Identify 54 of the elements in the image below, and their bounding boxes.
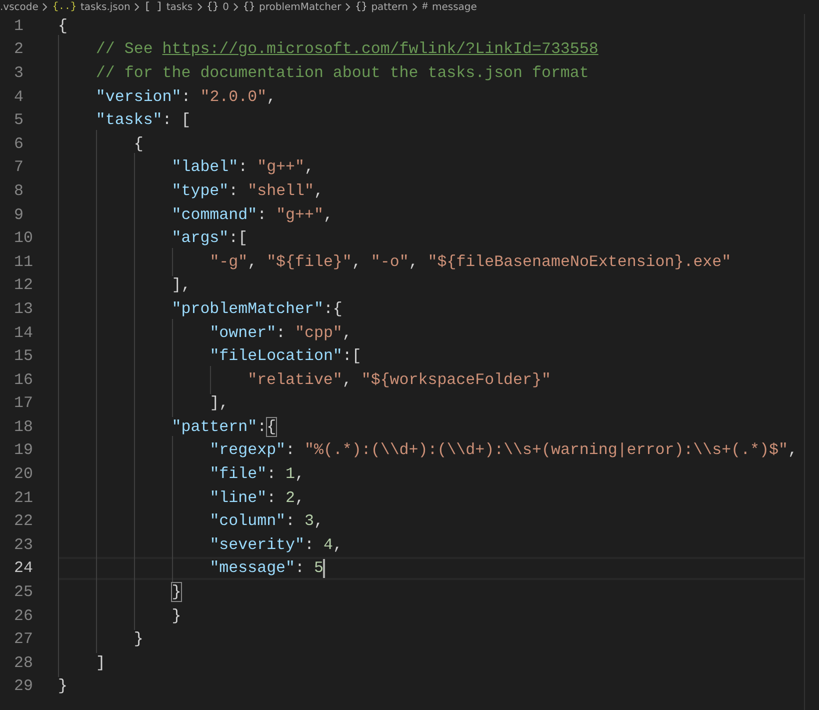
code-line: }: [58, 676, 68, 696]
breadcrumb-item[interactable]: tasks.json: [80, 2, 130, 12]
line-number: 3: [13, 64, 24, 82]
line-number: 26: [13, 606, 34, 625]
breadcrumb-icon: {}: [243, 2, 256, 12]
code-line: }: [58, 582, 182, 602]
breadcrumb-item[interactable]: 0: [222, 2, 230, 12]
chevron-icon: [196, 3, 203, 11]
breadcrumb-item[interactable]: problemMatcher: [259, 2, 342, 12]
line-number: 10: [13, 229, 34, 248]
line-number: 24: [13, 559, 34, 578]
line-number: 12: [13, 276, 34, 294]
breadcrumb-icon: {}: [206, 2, 219, 12]
line-number: 28: [13, 654, 34, 672]
breadcrumb-item[interactable]: .vscode: [0, 2, 38, 12]
line-number: 2: [13, 40, 24, 58]
breadcrumb-icon: {..}: [52, 2, 76, 12]
line-number: 22: [13, 512, 34, 530]
breadcrumb-item[interactable]: message: [432, 2, 477, 12]
line-number: 18: [13, 418, 34, 436]
line-number: 29: [13, 677, 34, 696]
chevron-icon: [134, 3, 140, 11]
code-line: "pattern":{: [58, 416, 276, 437]
line-number: 7: [13, 158, 24, 176]
line-number: 5: [13, 111, 24, 130]
line-number: 23: [13, 536, 34, 554]
line-number: 19: [13, 441, 34, 460]
breadcrumb-icon: [ ]: [144, 2, 162, 12]
breadcrumb-icon: #: [422, 2, 428, 12]
chevron-icon: [42, 3, 48, 11]
code-line: {: [58, 16, 68, 36]
line-number: 4: [13, 88, 24, 106]
line-number: 6: [13, 134, 24, 153]
line-number: 17: [13, 394, 34, 412]
line-number: 20: [13, 465, 34, 484]
breadcrumb-item[interactable]: tasks: [166, 2, 193, 12]
line-number: 13: [13, 300, 34, 318]
line-number: 25: [13, 583, 34, 602]
text-cursor: [323, 558, 326, 578]
line-number: 1: [13, 16, 24, 35]
line-number: 11: [13, 252, 34, 271]
line-number: 16: [13, 370, 34, 389]
breadcrumb-icon: {}: [355, 2, 368, 12]
chevron-icon: [412, 3, 418, 11]
line-number: 9: [13, 206, 24, 224]
chevron-icon: [345, 3, 352, 11]
line-number: 21: [13, 488, 34, 507]
link[interactable]: https://go.microsoft.com/fwlink/?LinkId=733558: [162, 40, 598, 58]
line-number: 27: [13, 630, 34, 648]
line-number: 8: [13, 182, 24, 200]
line-number: 15: [13, 347, 34, 366]
breadcrumb-item[interactable]: pattern: [371, 2, 408, 12]
line-number: 14: [13, 324, 34, 342]
chevron-icon: [233, 3, 240, 11]
